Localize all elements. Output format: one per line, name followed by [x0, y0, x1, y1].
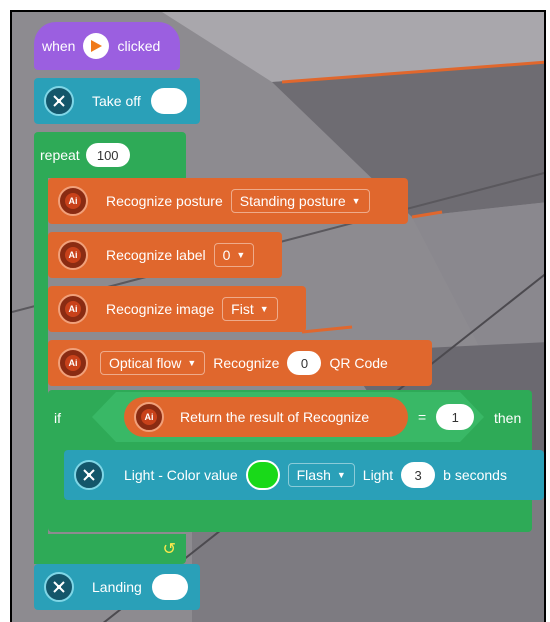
chevron-down-icon: ▼ [351, 196, 361, 206]
landing-label: Landing [92, 579, 142, 595]
take-off-toggle[interactable] [150, 88, 187, 114]
repeat-label: repeat [40, 147, 80, 163]
result-reporter[interactable]: Ai Return the result of Recognize [124, 397, 408, 437]
ai-icon: Ai [58, 240, 88, 270]
landing-toggle[interactable] [151, 574, 188, 600]
seconds-label: b seconds [443, 467, 507, 483]
light-block[interactable]: Light - Color value Flash ▼ Light 3 b sec… [64, 450, 544, 500]
repeat-count-input[interactable]: 100 [85, 143, 130, 167]
posture-dropdown[interactable]: Standing posture ▼ [230, 189, 370, 213]
when-clicked-block[interactable]: when clicked [34, 22, 180, 70]
light-mode-dropdown[interactable]: Flash ▼ [287, 463, 355, 487]
equals-operator: = [418, 409, 427, 425]
chevron-down-icon: ▼ [336, 470, 346, 480]
ai-icon: Ai [58, 294, 88, 324]
drone-icon [44, 572, 74, 602]
recognize-posture-label: Recognize posture [106, 193, 223, 209]
qr-code-label: QR Code [329, 355, 388, 371]
recognize-image-block[interactable]: Ai Recognize image Fist ▼ [48, 286, 306, 332]
chevron-down-icon: ▼ [259, 304, 269, 314]
when-label: when [42, 38, 76, 54]
result-label: Return the result of Recognize [180, 409, 370, 425]
recognize-image-label: Recognize image [106, 301, 215, 317]
chevron-down-icon: ▼ [236, 250, 246, 260]
optical-flow-block[interactable]: Ai Optical flow ▼ Recognize 0 QR Code [48, 340, 432, 386]
repeat-block-arm [34, 178, 48, 564]
light-word-label: Light [362, 467, 394, 483]
light-color-label: Light - Color value [124, 467, 238, 483]
recognize-posture-block[interactable]: Ai Recognize posture Standing posture ▼ [48, 178, 408, 224]
compare-value-input[interactable]: 1 [436, 404, 475, 430]
seconds-value-input[interactable]: 3 [401, 462, 436, 488]
screenshot-frame: when clicked Take off repeat 100 ↺ Ai Re… [10, 10, 546, 622]
optical-recognize-label: Recognize [213, 355, 280, 371]
landing-block[interactable]: Landing [34, 564, 200, 610]
loop-arrow-icon: ↺ [162, 541, 176, 558]
optical-flow-dropdown[interactable]: Optical flow ▼ [100, 351, 206, 375]
repeat-block-footer: ↺ [34, 534, 186, 564]
ai-icon: Ai [134, 402, 164, 432]
drone-icon [74, 460, 104, 490]
ai-icon: Ai [58, 348, 88, 378]
play-flag-icon [83, 33, 110, 59]
chevron-down-icon: ▼ [187, 358, 197, 368]
recognize-label-label: Recognize label [106, 247, 206, 263]
color-swatch[interactable] [245, 460, 280, 490]
ai-icon: Ai [58, 186, 88, 216]
drone-icon [44, 86, 74, 116]
hex-condition[interactable]: Ai Return the result of Recognize = 1 [92, 392, 484, 442]
qr-code-value-input[interactable]: 0 [287, 351, 322, 375]
clicked-label: clicked [117, 38, 161, 54]
then-label: then [494, 410, 522, 426]
if-label: if [54, 410, 61, 426]
label-dropdown[interactable]: 0 ▼ [213, 243, 255, 267]
take-off-label: Take off [92, 93, 141, 109]
image-dropdown[interactable]: Fist ▼ [222, 297, 278, 321]
take-off-block[interactable]: Take off [34, 78, 200, 124]
drone-camera-background: when clicked Take off repeat 100 ↺ Ai Re… [12, 12, 544, 622]
recognize-label-block[interactable]: Ai Recognize label 0 ▼ [48, 232, 282, 278]
repeat-block[interactable]: repeat 100 [34, 132, 186, 178]
